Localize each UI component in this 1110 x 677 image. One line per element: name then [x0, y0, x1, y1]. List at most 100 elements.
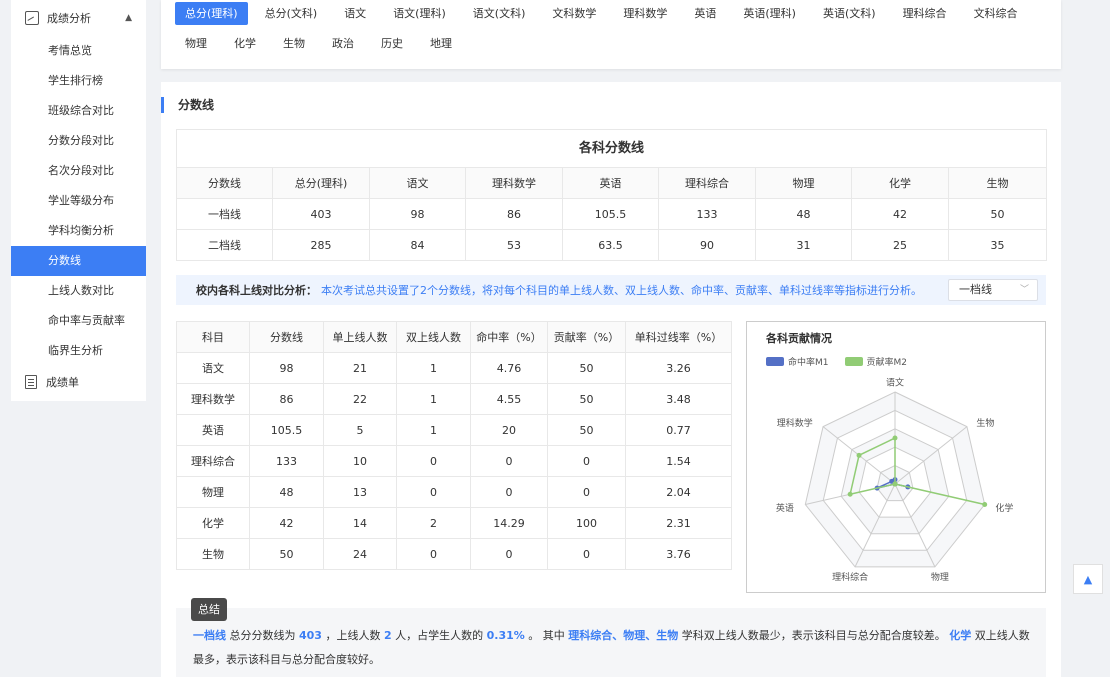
sidebar-item[interactable]: 学生排行榜 — [11, 66, 146, 96]
menu-group-score-analysis[interactable]: 成绩分析 ▲ — [11, 0, 146, 36]
chevron-up-icon[interactable]: ▲ — [125, 13, 132, 23]
sidebar-item[interactable]: 分数分段对比 — [11, 126, 146, 156]
subject-tab[interactable]: 文科综合 — [964, 2, 1028, 25]
table-cell: 50 — [547, 352, 626, 384]
table-header-cell: 生物 — [948, 167, 1047, 199]
table-cell: 53 — [465, 229, 563, 261]
main-content: 分数线 各科分数线 分数线 总分(理科) 语文 理科数学 英语 理科综合 物理 化学 生物 一档… — [161, 82, 1061, 677]
table-cell: 1 — [396, 352, 471, 384]
table-header-cell: 双上线人数 — [396, 321, 471, 353]
radar-indicator-label: 语文 — [886, 376, 904, 388]
menu-item-transcript[interactable]: 成绩单 — [11, 366, 146, 398]
subject-tab[interactable]: 物理 — [175, 32, 217, 55]
table-cell: 语文 — [176, 352, 250, 384]
subject-tab[interactable]: 语文(文科) — [463, 2, 536, 25]
radar-data-point[interactable] — [892, 435, 898, 441]
table-cell: 42 — [851, 198, 949, 230]
sidebar-item[interactable]: 命中率与贡献率 — [11, 306, 146, 336]
table-cell: 48 — [249, 476, 324, 508]
table-cell: 48 — [755, 198, 852, 230]
table-cell: 0 — [470, 476, 548, 508]
subject-tab[interactable]: 语文 — [334, 2, 376, 25]
sidebar-item[interactable]: 班级综合对比 — [11, 96, 146, 126]
radar-indicator-label: 英语 — [776, 502, 794, 514]
radar-data-point[interactable] — [856, 452, 862, 458]
table-cell: 0.77 — [625, 414, 732, 446]
table-cell: 3.76 — [625, 538, 732, 570]
sidebar-item[interactable]: 分数线 — [11, 246, 146, 276]
table-cell: 3.48 — [625, 383, 732, 415]
summary-text-part: 总分分数线为 — [226, 629, 299, 642]
table-header-cell: 分数线 — [176, 167, 273, 199]
table-cell: 31 — [755, 229, 852, 261]
table-row: 物理 48 13 0 0 0 2.04 — [176, 476, 732, 508]
table-header-cell: 化学 — [851, 167, 949, 199]
table-header-cell: 科目 — [176, 321, 250, 353]
sidebar-item[interactable]: 名次分段对比 — [11, 156, 146, 186]
table-cell: 4.55 — [470, 383, 548, 415]
table-cell: 5 — [323, 414, 397, 446]
table-header-cell: 理科综合 — [658, 167, 756, 199]
subject-tab[interactable]: 生物 — [273, 32, 315, 55]
menu-footer-label: 成绩单 — [46, 376, 79, 389]
subject-tab[interactable]: 英语 — [684, 2, 726, 25]
table-cell: 13 — [323, 476, 397, 508]
subject-tab-panel: 总分(理科) 总分(文科) 语文 语文(理科) 语文(文科) 文科数学 理科数学 英语 英语(理… — [161, 0, 1061, 69]
menu-group-label: 成绩分析 — [47, 12, 91, 25]
sidebar-item[interactable]: 学业等级分布 — [11, 186, 146, 216]
table-cell: 20 — [470, 414, 548, 446]
sidebar-item[interactable]: 临界生分析 — [11, 336, 146, 366]
table-cell: 25 — [851, 229, 949, 261]
summary-highlight: 化学 — [949, 629, 972, 642]
subject-tab[interactable]: 语文(理科) — [383, 2, 456, 25]
chevron-down-icon: ﹀ — [1019, 285, 1029, 295]
table-cell: 86 — [465, 198, 563, 230]
summary-badge: 总结 — [191, 598, 227, 621]
table-row: 英语 105.5 5 1 20 50 0.77 — [176, 414, 732, 446]
subject-tab[interactable]: 英语(理科) — [733, 2, 806, 25]
subject-tab[interactable]: 地理 — [420, 32, 462, 55]
subject-tab[interactable]: 历史 — [371, 32, 413, 55]
table-header-cell: 贡献率（%） — [547, 321, 626, 353]
table-cell: 理科数学 — [176, 383, 250, 415]
sidebar-item[interactable]: 学科均衡分析 — [11, 216, 146, 246]
section-title: 分数线 — [161, 97, 214, 113]
subject-tab[interactable]: 政治 — [322, 32, 364, 55]
subject-tab[interactable]: 化学 — [224, 32, 266, 55]
subject-tab[interactable]: 文科数学 — [542, 2, 606, 25]
subject-tab[interactable]: 理科综合 — [893, 2, 957, 25]
notice-description: 本次考试总共设置了2个分数线，将对每个科目的单上线人数、双上线人数、命中率、贡献… — [321, 284, 922, 297]
radar-data-point[interactable] — [982, 501, 988, 507]
table-row: 语文 98 21 1 4.76 50 3.26 — [176, 352, 732, 384]
subject-tab[interactable]: 总分(文科) — [255, 2, 328, 25]
table-cell: 84 — [369, 229, 466, 261]
score-line-select[interactable]: 一档线 ﹀ — [948, 279, 1038, 301]
table-cell: 105.5 — [249, 414, 324, 446]
table-cell: 0 — [470, 538, 548, 570]
summary-highlight: 0.31% — [486, 629, 525, 642]
summary-highlight: 403 — [299, 629, 322, 642]
sidebar-item[interactable]: 上线人数对比 — [11, 276, 146, 306]
table-cell: 4.76 — [470, 352, 548, 384]
table-row: 化学 42 14 2 14.29 100 2.31 — [176, 507, 732, 539]
table-cell: 0 — [470, 445, 548, 477]
radar-data-point[interactable] — [847, 491, 853, 497]
subject-tab[interactable]: 总分(理科) — [175, 2, 248, 25]
subject-tab[interactable]: 英语(文科) — [813, 2, 886, 25]
table-cell: 14 — [323, 507, 397, 539]
table-row: 生物 50 24 0 0 0 3.76 — [176, 538, 732, 570]
radar-data-point[interactable] — [892, 481, 898, 487]
table-cell: 2.04 — [625, 476, 732, 508]
table-cell: 24 — [323, 538, 397, 570]
subject-tab[interactable]: 理科数学 — [613, 2, 677, 25]
table-cell: 98 — [369, 198, 466, 230]
sidebar-item[interactable]: 考情总览 — [11, 36, 146, 66]
table-cell: 化学 — [176, 507, 250, 539]
score-line-table: 各科分数线 分数线 总分(理科) 语文 理科数学 英语 理科综合 物理 化学 生物 一档线 403… — [176, 129, 1047, 261]
summary-text-part: 人，占学生人数的 — [391, 629, 487, 642]
summary-highlight: 一档线 — [193, 629, 226, 642]
back-to-top-button[interactable]: ▲ — [1073, 564, 1103, 594]
table-cell: 285 — [272, 229, 370, 261]
table-cell: 0 — [396, 476, 471, 508]
table-cell: 22 — [323, 383, 397, 415]
